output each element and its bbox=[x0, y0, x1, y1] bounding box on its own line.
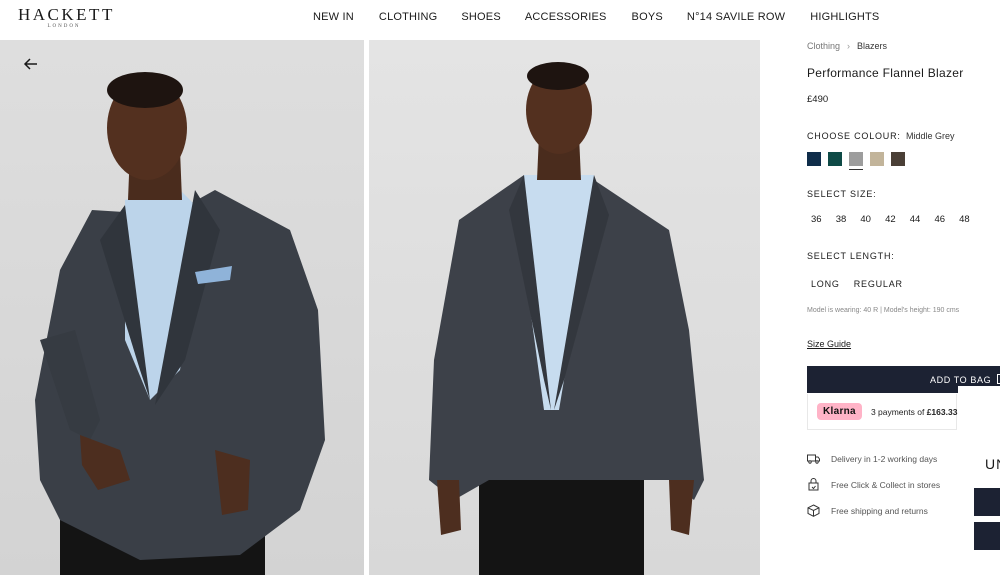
nav-boys[interactable]: BOYS bbox=[632, 10, 663, 24]
breadcrumb: Clothing › Blazers bbox=[807, 41, 887, 51]
product-title: Performance Flannel Blazer bbox=[807, 66, 964, 80]
nav-accessories[interactable]: ACCESSORIES bbox=[525, 10, 607, 24]
truck-icon bbox=[807, 454, 820, 464]
back-arrow-icon[interactable] bbox=[22, 56, 40, 72]
nav-savile-row[interactable]: N°14 SAVILE ROW bbox=[687, 10, 785, 24]
breadcrumb-blazers[interactable]: Blazers bbox=[857, 41, 887, 51]
store-icon bbox=[808, 478, 819, 491]
colour-label: CHOOSE COLOUR: bbox=[807, 131, 901, 141]
size-36[interactable]: 36 bbox=[811, 214, 836, 225]
length-options: LONG REGULAR bbox=[811, 279, 903, 289]
logo-subtext: LONDON bbox=[47, 24, 81, 29]
length-regular[interactable]: REGULAR bbox=[854, 279, 903, 289]
swatch-teal[interactable] bbox=[828, 152, 842, 166]
add-to-bag-label: ADD TO BAG bbox=[930, 374, 992, 385]
swatch-navy[interactable] bbox=[807, 152, 821, 166]
breadcrumb-clothing[interactable]: Clothing bbox=[807, 41, 840, 51]
klarna-amount: £163.33 bbox=[926, 406, 958, 417]
benefit-delivery: Delivery in 1-2 working days bbox=[807, 452, 937, 465]
popup-primary-button[interactable] bbox=[974, 488, 1000, 516]
benefit-returns: Free shipping and returns bbox=[807, 504, 928, 517]
length-label: SELECT LENGTH: bbox=[807, 251, 895, 261]
swatch-beige[interactable] bbox=[870, 152, 884, 166]
benefit-delivery-text: Delivery in 1-2 working days bbox=[831, 453, 938, 464]
chevron-right-icon: › bbox=[847, 41, 851, 51]
klarna-text: 3 payments of £163.33 bbox=[871, 407, 958, 417]
main-nav: NEW IN CLOTHING SHOES ACCESSORIES BOYS N… bbox=[313, 10, 879, 24]
benefit-click-collect: Free Click & Collect in stores bbox=[807, 478, 940, 491]
klarna-logo: Klarna bbox=[817, 403, 862, 420]
size-42[interactable]: 42 bbox=[885, 214, 910, 225]
klarna-text-prefix: 3 payments of bbox=[870, 406, 927, 417]
size-44[interactable]: 44 bbox=[910, 214, 935, 225]
swatch-brown[interactable] bbox=[891, 152, 905, 166]
size-38[interactable]: 38 bbox=[836, 214, 861, 225]
popup-secondary-button[interactable] bbox=[974, 522, 1000, 550]
size-label: SELECT SIZE: bbox=[807, 189, 877, 199]
nav-shoes[interactable]: SHOES bbox=[461, 10, 501, 24]
popup-dialog-fragment: UN bbox=[958, 386, 1000, 575]
nav-new-in[interactable]: NEW IN bbox=[313, 10, 354, 24]
model-photo-left bbox=[35, 72, 325, 575]
benefit-returns-text: Free shipping and returns bbox=[831, 505, 928, 516]
size-options: 36 38 40 42 44 46 48 bbox=[811, 214, 984, 225]
selected-colour: Middle Grey bbox=[906, 131, 955, 141]
length-long[interactable]: LONG bbox=[811, 279, 840, 289]
colour-swatches bbox=[807, 152, 905, 170]
product-price: £490 bbox=[807, 94, 829, 105]
model-info: Model is wearing: 40 R | Model's height:… bbox=[807, 307, 960, 314]
colour-label-row: CHOOSE COLOUR: Middle Grey bbox=[807, 131, 955, 141]
model-photo-right bbox=[429, 62, 704, 575]
klarna-payment-info[interactable]: Klarna 3 payments of £163.33 bbox=[807, 394, 957, 430]
product-image-front-angle[interactable] bbox=[0, 40, 364, 575]
popup-title: UN bbox=[985, 456, 1000, 472]
box-icon bbox=[807, 504, 820, 517]
size-48[interactable]: 48 bbox=[959, 214, 984, 225]
hackett-logo[interactable]: HACKETT LONDON bbox=[18, 5, 115, 30]
nav-clothing[interactable]: CLOTHING bbox=[379, 10, 437, 24]
swatch-middle-grey[interactable] bbox=[849, 152, 863, 170]
size-guide-link[interactable]: Size Guide bbox=[807, 339, 851, 349]
size-46[interactable]: 46 bbox=[934, 214, 959, 225]
size-40[interactable]: 40 bbox=[860, 214, 885, 225]
benefit-click-collect-text: Free Click & Collect in stores bbox=[831, 479, 941, 490]
product-image-front[interactable] bbox=[369, 40, 760, 575]
logo-wordmark: HACKETT bbox=[18, 5, 115, 24]
